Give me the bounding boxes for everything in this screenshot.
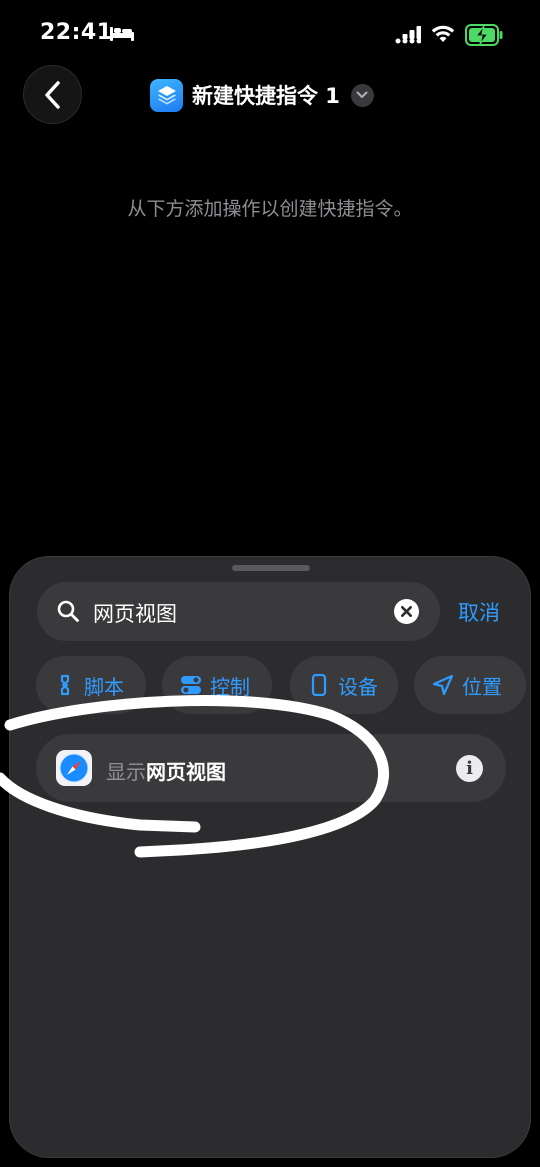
empty-hint: 从下方添加操作以创建快捷指令。 xyxy=(127,198,413,220)
shortcuts-icon xyxy=(150,78,183,112)
shortcut-title-button[interactable]: 新建快捷指令 1 xyxy=(150,78,374,112)
search-icon xyxy=(57,600,79,622)
result-match: 网页视图 xyxy=(146,760,226,784)
wifi-icon xyxy=(431,25,455,42)
toggle-icon xyxy=(181,676,201,694)
chip-control[interactable]: 控制 xyxy=(162,656,272,714)
chip-label: 控制 xyxy=(210,674,250,699)
chip-script[interactable]: 脚本 xyxy=(36,656,146,714)
status-bar: 22:41 xyxy=(0,0,540,70)
script-icon xyxy=(60,674,70,696)
signal-icon xyxy=(395,26,421,44)
chip-location[interactable]: 位置 xyxy=(414,656,526,714)
safari-icon xyxy=(56,750,92,786)
search-input[interactable]: 网页视图 xyxy=(37,582,440,641)
page-title: 新建快捷指令 1 xyxy=(192,84,340,108)
status-time: 22:41 xyxy=(40,20,113,45)
chip-label: 脚本 xyxy=(84,674,124,699)
battery-charging-icon xyxy=(465,24,503,46)
chevron-left-icon xyxy=(44,80,60,109)
clear-icon[interactable] xyxy=(394,599,419,624)
result-label: 显示网页视图 xyxy=(106,756,226,785)
chevron-down-icon xyxy=(350,83,374,107)
location-arrow-icon xyxy=(432,674,454,696)
result-prefix: 显示 xyxy=(106,760,146,784)
chip-label: 设备 xyxy=(338,674,378,699)
info-button[interactable]: i xyxy=(456,755,483,782)
search-value: 网页视图 xyxy=(93,602,177,626)
screen: 22:41 新建快捷指令 1 从下方添加操作以创建快捷指令。 网页视图 取消 脚… xyxy=(0,0,540,1167)
chip-device[interactable]: 设备 xyxy=(290,656,398,714)
bed-icon xyxy=(110,27,134,41)
back-button[interactable] xyxy=(23,65,82,124)
sheet-grabber[interactable] xyxy=(232,565,310,571)
chip-label: 位置 xyxy=(462,674,502,699)
action-sheet: 网页视图 取消 脚本 控制 设备 位置 显示网页视图 i xyxy=(9,556,531,1158)
list-item[interactable]: 显示网页视图 i xyxy=(36,734,506,802)
phone-icon xyxy=(311,674,327,696)
cancel-button[interactable]: 取消 xyxy=(458,597,500,627)
